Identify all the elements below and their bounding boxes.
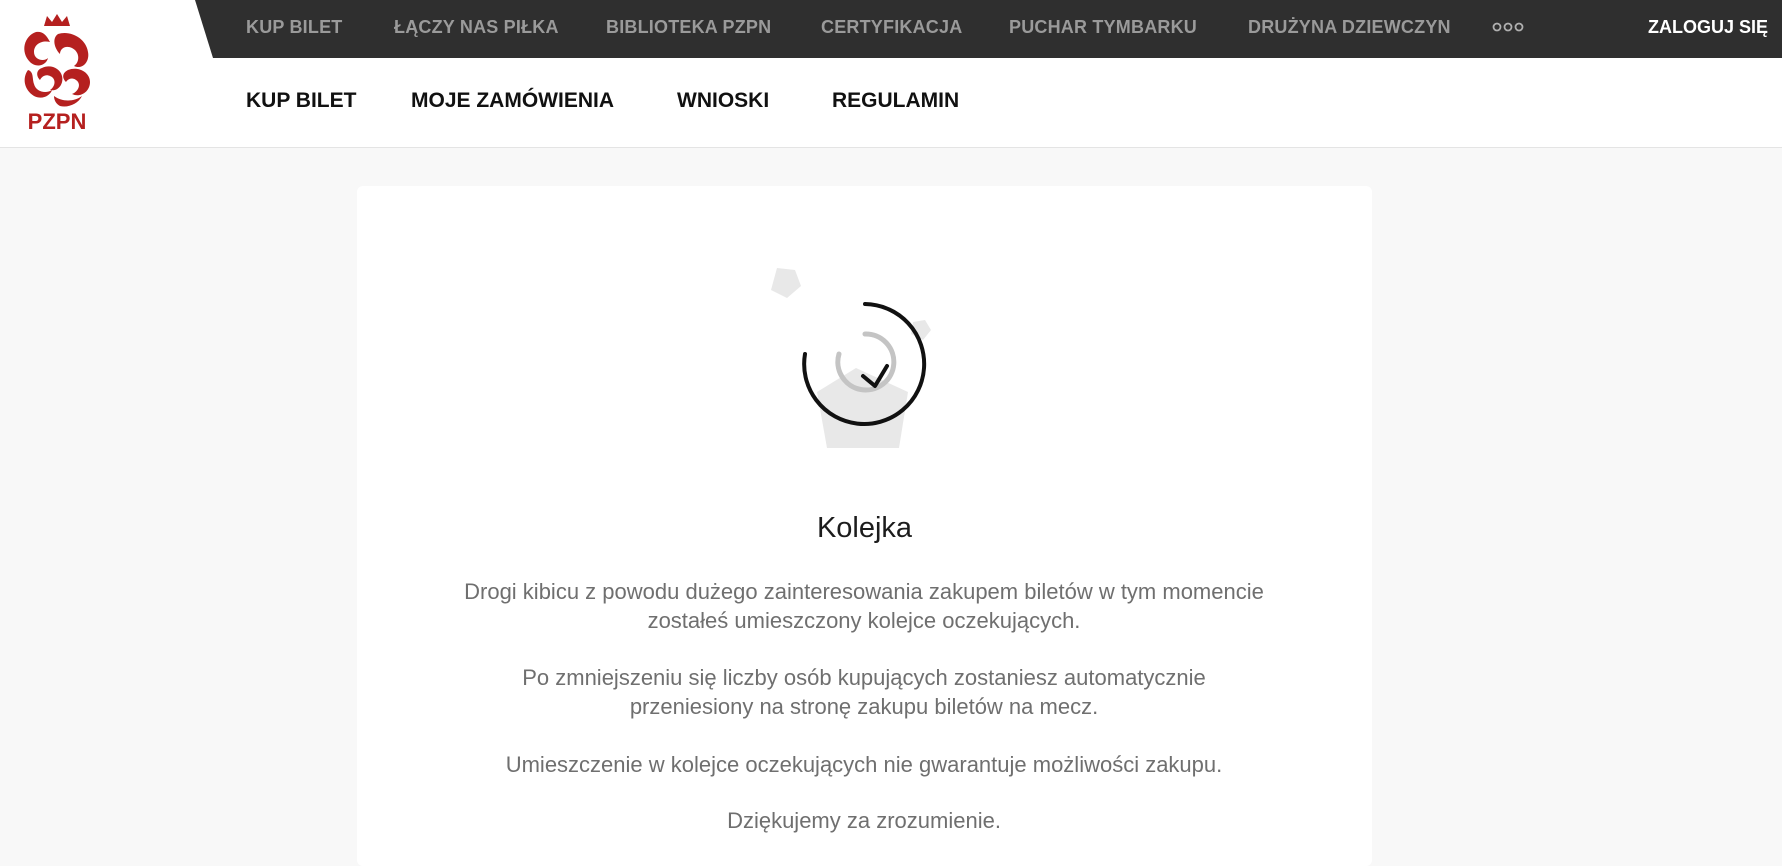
logo-text: PZPN xyxy=(28,109,87,134)
queue-paragraph-1: Drogi kibicu z powodu dużego zainteresow… xyxy=(464,579,1264,633)
queue-paragraph-4: Dziękujemy za zrozumienie. xyxy=(727,808,1001,833)
queue-paragraph-2: Po zmniejszeniu się liczby osób kupujący… xyxy=(522,665,1206,719)
top-nav-druzyna-dziewczyn[interactable]: DRUŻYNA DZIEWCZYN xyxy=(1248,17,1451,38)
main-nav-moje-zamowienia[interactable]: MOJE ZAMÓWIENIA xyxy=(411,89,614,113)
top-nav-puchar-tymbarku[interactable]: PUCHAR TYMBARKU xyxy=(1009,17,1197,38)
queue-card: Kolejka Drogi kibicu z powodu dużego zai… xyxy=(357,186,1372,866)
site-header: PZPN KUP BILET ŁĄCZY NAS PIŁKA BIBLIOTEK… xyxy=(0,0,1782,148)
queue-title: Kolejka xyxy=(816,512,913,544)
queue-paragraph-3: Umieszczenie w kolejce oczekujących nie … xyxy=(505,752,1223,777)
main-nav-regulamin[interactable]: REGULAMIN xyxy=(832,89,959,113)
main-nav-kup-bilet[interactable]: KUP BILET xyxy=(246,89,356,113)
top-nav-kup-bilet[interactable]: KUP BILET xyxy=(246,17,342,38)
top-nav-biblioteka-pzpn[interactable]: BIBLIOTEKA PZPN xyxy=(606,17,771,38)
main-nav-wnioski[interactable]: WNIOSKI xyxy=(677,89,769,113)
login-link[interactable]: ZALOGUJ SIĘ xyxy=(1648,17,1768,38)
top-nav-laczy-nas-pilka[interactable]: ŁĄCZY NAS PIŁKA xyxy=(394,17,559,38)
pzpn-logo[interactable]: PZPN xyxy=(14,12,100,134)
queue-refresh-icon xyxy=(771,268,931,448)
more-dots-icon[interactable] xyxy=(1492,20,1524,34)
top-nav-certyfikacja[interactable]: CERTYFIKACJA xyxy=(821,17,962,38)
